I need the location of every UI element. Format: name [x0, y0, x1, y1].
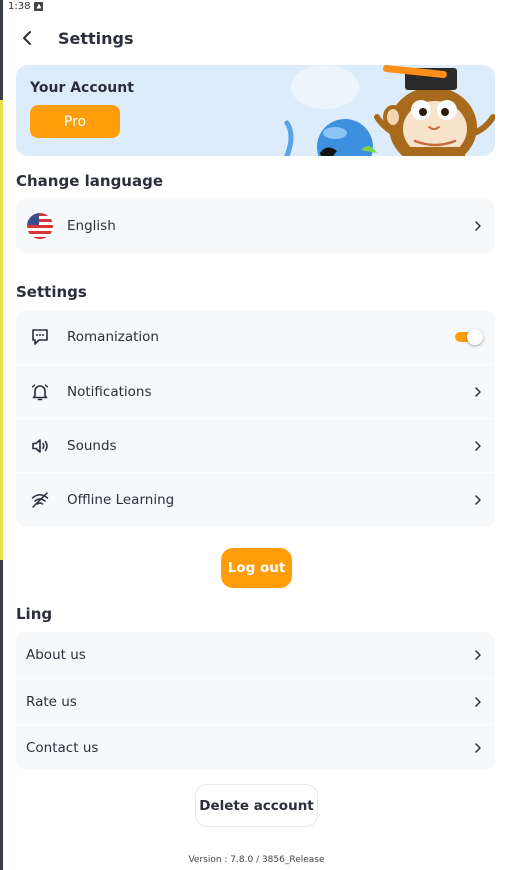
notification-status-icon	[34, 1, 44, 11]
chevron-left-icon	[23, 31, 31, 45]
back-button[interactable]	[16, 27, 38, 49]
contact-us-row[interactable]: Contact us	[16, 724, 495, 770]
language-row[interactable]: English	[16, 199, 495, 253]
ling-heading: Ling	[16, 605, 53, 623]
romanization-toggle[interactable]	[455, 329, 483, 345]
chevron-right-icon	[473, 440, 483, 452]
pro-button[interactable]: Pro	[30, 105, 120, 138]
status-bar: 1:38	[8, 0, 44, 12]
delete-account-button[interactable]: Delete account	[195, 784, 318, 827]
chevron-right-icon	[473, 742, 483, 754]
speaker-icon	[26, 432, 54, 460]
chevron-right-icon	[473, 649, 483, 661]
rate-us-row[interactable]: Rate us	[16, 678, 495, 724]
chevron-right-icon	[473, 494, 483, 506]
wifi-off-icon	[26, 486, 54, 514]
sounds-row[interactable]: Sounds	[16, 418, 495, 472]
offline-learning-label: Offline Learning	[67, 491, 175, 508]
language-card: English	[16, 199, 495, 253]
header: Settings	[16, 22, 134, 54]
romanization-row[interactable]: Romanization	[16, 310, 495, 364]
page-title: Settings	[58, 28, 134, 48]
chevron-right-icon	[473, 220, 483, 232]
account-banner-title: Your Account	[30, 80, 134, 96]
about-us-label: About us	[26, 647, 86, 663]
romanization-label: Romanization	[67, 329, 159, 345]
us-flag-icon	[26, 212, 54, 240]
notifications-label: Notifications	[67, 383, 152, 400]
version-text: Version : 7.8.0 / 3856_Release	[188, 855, 325, 865]
offline-learning-row[interactable]: Offline Learning	[16, 472, 495, 526]
rate-us-label: Rate us	[26, 693, 77, 710]
notifications-row[interactable]: Notifications	[16, 364, 495, 418]
status-time: 1:38	[8, 0, 31, 12]
logout-button[interactable]: Log out	[221, 548, 292, 588]
about-us-row[interactable]: About us	[16, 632, 495, 678]
window-edge	[0, 0, 3, 870]
language-label: English	[67, 218, 116, 234]
sounds-label: Sounds	[67, 437, 117, 454]
ling-card: About us Rate us Contact us	[16, 632, 495, 770]
chat-bubble-icon	[26, 323, 54, 351]
bell-icon	[26, 378, 54, 406]
chevron-right-icon	[473, 386, 483, 398]
chevron-right-icon	[473, 696, 483, 708]
change-language-heading: Change language	[16, 172, 164, 190]
monkey-mascot-illustration	[284, 65, 495, 156]
settings-heading: Settings	[16, 283, 87, 301]
settings-card: Romanization Notifications Sounds Offlin…	[16, 310, 495, 527]
contact-us-label: Contact us	[26, 739, 99, 756]
account-banner[interactable]: Your Account Pro	[16, 65, 495, 156]
